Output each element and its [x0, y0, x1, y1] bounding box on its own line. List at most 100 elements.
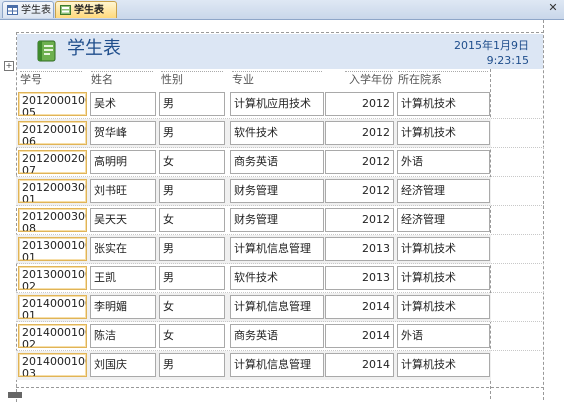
name-field[interactable]: 陈洁: [90, 324, 156, 348]
major-field[interactable]: 计算机信息管理: [230, 237, 324, 261]
dept-field[interactable]: 经济管理: [397, 179, 490, 203]
column-headers: 学号 姓名 性别 专业 入学年份 所在院系: [0, 69, 564, 89]
id-line-2: 07: [22, 164, 36, 174]
tab-student-table[interactable]: 学生表: [2, 1, 54, 18]
name-field[interactable]: 高明明: [90, 150, 156, 174]
table-row: 2012000200 07 高明明 女 商务英语 2012 外语: [16, 148, 544, 177]
year-field[interactable]: 2012: [325, 92, 394, 116]
student-id-field[interactable]: 2014000100 01: [18, 295, 87, 319]
year-field[interactable]: 2014: [325, 324, 394, 348]
student-id-field[interactable]: 2012000300 08: [18, 208, 87, 232]
table-row: 2012000300 08 吴天天 女 财务管理 2012 经济管理: [16, 206, 544, 235]
student-id-field[interactable]: 2014000100 02: [18, 324, 87, 348]
id-line-2: 02: [22, 338, 36, 348]
year-field[interactable]: 2013: [325, 237, 394, 261]
dept-field[interactable]: 计算机技术: [397, 353, 490, 377]
major-field[interactable]: 软件技术: [230, 266, 324, 290]
sex-field[interactable]: 男: [159, 179, 225, 203]
table-row: 2014000100 02 陈洁 女 商务英语 2014 外语: [16, 322, 544, 351]
id-line-2: 05: [22, 106, 36, 116]
name-field[interactable]: 吴术: [90, 92, 156, 116]
sex-field[interactable]: 女: [159, 208, 225, 232]
time-label: 9:23:15: [486, 54, 529, 67]
year-field[interactable]: 2012: [325, 208, 394, 232]
tab-label: 学生表: [74, 5, 104, 16]
dept-field[interactable]: 计算机技术: [397, 295, 490, 319]
form-book-icon: [36, 40, 58, 62]
sex-field[interactable]: 女: [159, 295, 225, 319]
name-field[interactable]: 贺华峰: [90, 121, 156, 145]
horizontal-scroll-thumb[interactable]: [8, 392, 22, 398]
year-field[interactable]: 2012: [325, 150, 394, 174]
table-icon: [7, 5, 18, 20]
dept-field[interactable]: 经济管理: [397, 208, 490, 232]
col-header-name[interactable]: 姓名: [91, 71, 153, 88]
tab-student-form[interactable]: 学生表: [55, 1, 117, 18]
form-icon: [60, 5, 71, 20]
year-field[interactable]: 2012: [325, 179, 394, 203]
id-line-2: 02: [22, 280, 36, 290]
dept-field[interactable]: 外语: [397, 150, 490, 174]
sex-field[interactable]: 男: [159, 92, 225, 116]
major-field[interactable]: 软件技术: [230, 121, 324, 145]
id-line-2: 01: [22, 309, 36, 319]
table-row: 2012000100 06 贺华峰 男 软件技术 2012 计算机技术: [16, 119, 544, 148]
name-field[interactable]: 刘国庆: [90, 353, 156, 377]
table-row: 2014000100 03 刘国庆 男 计算机信息管理 2014 计算机技术: [16, 351, 544, 380]
student-id-field[interactable]: 2013000100 02: [18, 266, 87, 290]
col-header-id[interactable]: 学号: [20, 71, 82, 88]
year-field[interactable]: 2014: [325, 295, 394, 319]
student-id-field[interactable]: 2012000200 07: [18, 150, 87, 174]
col-header-year[interactable]: 入学年份: [345, 71, 393, 88]
form-top-guide: [16, 32, 544, 33]
year-field[interactable]: 2014: [325, 353, 394, 377]
table-row: 2013000100 02 王凯 男 软件技术 2013 计算机技术: [16, 264, 544, 293]
id-line-2: 06: [22, 135, 36, 145]
document-tab-bar: 学生表 学生表 ✕: [0, 0, 564, 20]
dept-field[interactable]: 计算机技术: [397, 266, 490, 290]
major-field[interactable]: 财务管理: [230, 179, 324, 203]
sex-field[interactable]: 女: [159, 324, 225, 348]
date-label: 2015年1月9日: [454, 39, 529, 52]
year-field[interactable]: 2012: [325, 121, 394, 145]
sex-field[interactable]: 男: [159, 121, 225, 145]
id-line-2: 08: [22, 222, 36, 232]
name-field[interactable]: 刘书旺: [90, 179, 156, 203]
name-field[interactable]: 王凯: [90, 266, 156, 290]
student-id-field[interactable]: 2012000100 05: [18, 92, 87, 116]
dept-field[interactable]: 外语: [397, 324, 490, 348]
student-id-field[interactable]: 2013000100 01: [18, 237, 87, 261]
form-title: 学生表: [67, 38, 121, 59]
col-header-sex[interactable]: 性别: [161, 71, 223, 88]
dept-field[interactable]: 计算机技术: [397, 92, 490, 116]
student-id-field[interactable]: 2012000300 01: [18, 179, 87, 203]
table-row: 2013000100 01 张实在 男 计算机信息管理 2013 计算机技术: [16, 235, 544, 264]
dept-field[interactable]: 计算机技术: [397, 121, 490, 145]
student-id-field[interactable]: 2012000100 06: [18, 121, 87, 145]
major-field[interactable]: 计算机信息管理: [230, 353, 324, 377]
sex-field[interactable]: 男: [159, 353, 225, 377]
name-field[interactable]: 张实在: [90, 237, 156, 261]
id-line-2: 01: [22, 251, 36, 261]
form-footer-guide: [16, 387, 544, 388]
major-field[interactable]: 财务管理: [230, 208, 324, 232]
close-icon[interactable]: ✕: [547, 2, 559, 14]
table-row: 2012000100 05 吴术 男 计算机应用技术 2012 计算机技术: [16, 90, 544, 119]
table-row: 2014000100 01 李明媚 女 计算机信息管理 2014 计算机技术: [16, 293, 544, 322]
sex-field[interactable]: 男: [159, 266, 225, 290]
form-header: 学生表 2015年1月9日 9:23:15: [17, 34, 543, 69]
sex-field[interactable]: 男: [159, 237, 225, 261]
col-header-major[interactable]: 专业: [232, 71, 322, 88]
dept-field[interactable]: 计算机技术: [397, 237, 490, 261]
sex-field[interactable]: 女: [159, 150, 225, 174]
major-field[interactable]: 计算机信息管理: [230, 295, 324, 319]
name-field[interactable]: 李明媚: [90, 295, 156, 319]
tab-label: 学生表: [21, 5, 51, 16]
name-field[interactable]: 吴天天: [90, 208, 156, 232]
major-field[interactable]: 商务英语: [230, 324, 324, 348]
major-field[interactable]: 计算机应用技术: [230, 92, 324, 116]
major-field[interactable]: 商务英语: [230, 150, 324, 174]
col-header-dept[interactable]: 所在院系: [398, 71, 488, 88]
year-field[interactable]: 2013: [325, 266, 394, 290]
student-id-field[interactable]: 2014000100 03: [18, 353, 87, 377]
